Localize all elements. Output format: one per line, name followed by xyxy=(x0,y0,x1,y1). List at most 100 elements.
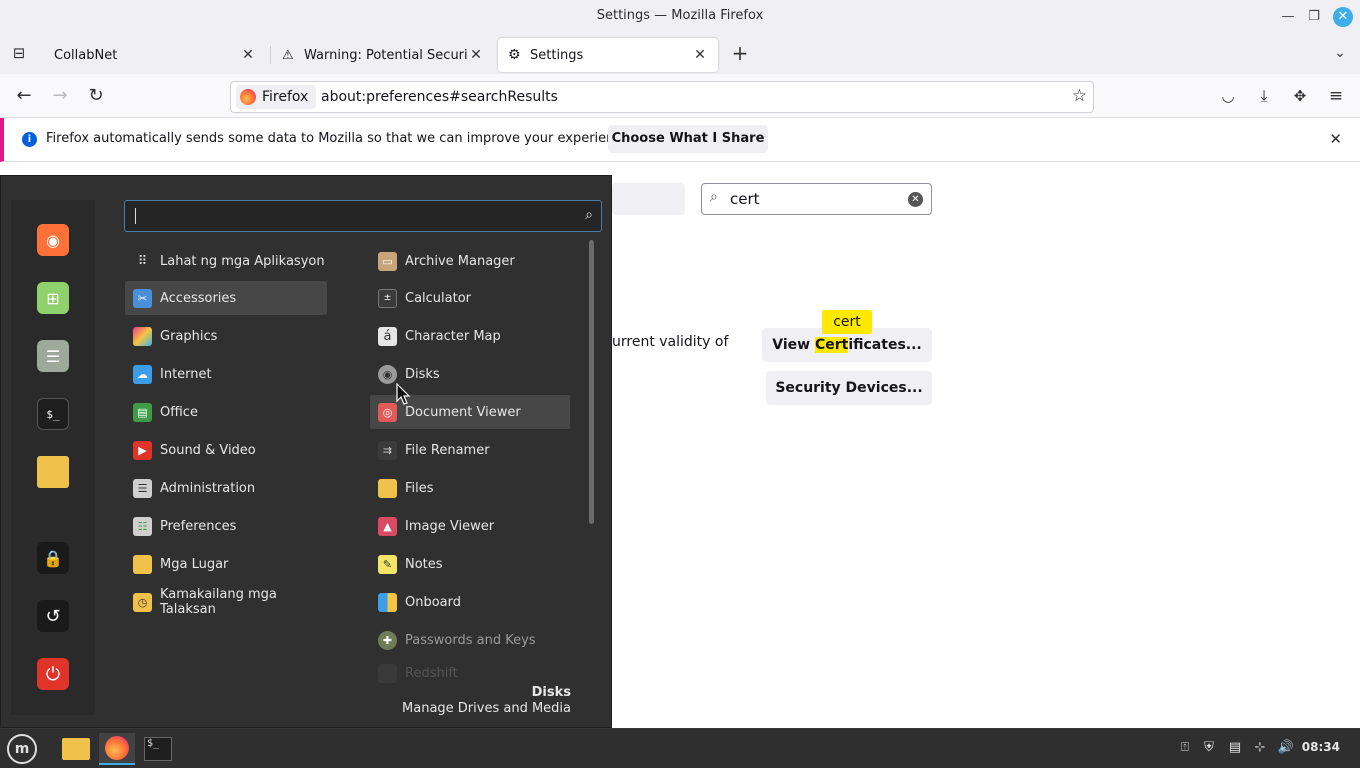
list-tabs-icon[interactable]: ⌄ xyxy=(1327,41,1353,65)
application-menu: ◉ ⊞ ☰ $_ 🔒 ↺ ⏻ ⌕ ⠿ Lahat ng mga Aplikasyo… xyxy=(0,175,612,728)
app-character-map[interactable]: á Character Map xyxy=(370,319,570,353)
app-description-text: Manage Drives and Media xyxy=(402,701,571,716)
category-office[interactable]: ▤ Office xyxy=(125,395,327,429)
notes-tray-icon[interactable]: ▤ xyxy=(1226,739,1244,757)
app-calculator[interactable]: ± Calculator xyxy=(370,281,570,315)
clear-search-icon[interactable]: ✕ xyxy=(908,192,923,207)
favorites-panel: ◉ ⊞ ☰ $_ 🔒 ↺ ⏻ xyxy=(11,200,95,715)
info-icon: i xyxy=(22,132,37,147)
view-cert-text-end: ificates... xyxy=(848,337,922,353)
internet-icon: ☁ xyxy=(133,364,152,384)
files-taskbar-icon[interactable] xyxy=(58,733,94,765)
url-bar[interactable]: Firefox about:preferences#searchResults … xyxy=(230,81,1094,113)
minimize-icon[interactable]: — xyxy=(1278,7,1298,27)
keyboard-layout-icon[interactable]: ⍐ xyxy=(1176,739,1194,757)
category-recent-files[interactable]: ◷ Kamakailang mga Talaksan xyxy=(125,585,327,619)
url-text[interactable]: about:preferences#searchResults xyxy=(321,89,558,105)
search-icon: ⌕ xyxy=(585,207,593,223)
category-label: Sound & Video xyxy=(160,442,256,458)
onboard-icon xyxy=(378,592,397,612)
passwords-keys-icon: ✚ xyxy=(378,630,397,650)
reload-icon[interactable]: ↻ xyxy=(83,84,109,108)
back-icon[interactable]: ← xyxy=(11,84,37,108)
app-description-title: Disks xyxy=(531,685,571,700)
category-accessories[interactable]: ✂ Accessories xyxy=(125,281,327,315)
category-places[interactable]: Mga Lugar xyxy=(125,547,327,581)
menu-icon[interactable]: ≡ xyxy=(1323,84,1349,108)
bookmark-star-icon[interactable]: ☆ xyxy=(1072,86,1087,106)
text-caret xyxy=(135,208,136,224)
category-internet[interactable]: ☁ Internet xyxy=(125,357,327,391)
volume-icon[interactable]: 🔊 xyxy=(1277,739,1295,757)
tab-close-icon[interactable]: ✕ xyxy=(240,47,256,63)
app-image-viewer[interactable]: ▲ Image Viewer xyxy=(370,509,570,543)
app-notes[interactable]: ✎ Notes xyxy=(370,547,570,581)
preferences-icon: ☷ xyxy=(133,516,152,536)
network-icon[interactable]: ⊹ xyxy=(1251,739,1269,757)
category-label: Office xyxy=(160,404,198,420)
forward-icon[interactable]: → xyxy=(47,84,73,108)
clock[interactable]: 08:34 xyxy=(1302,740,1340,754)
category-graphics[interactable]: Graphics xyxy=(125,319,327,353)
category-label: Graphics xyxy=(160,328,218,344)
security-devices-button[interactable]: Security Devices... xyxy=(766,371,932,405)
extensions-icon[interactable]: ✥ xyxy=(1287,84,1313,108)
preferences-search-input[interactable]: ⌕ cert ✕ xyxy=(701,183,932,215)
tab-settings[interactable]: ⚙ Settings ✕ xyxy=(498,38,718,72)
mint-menu-icon[interactable]: m xyxy=(2,733,42,765)
tab-overview-icon[interactable]: ⊟ xyxy=(6,41,32,65)
sound-video-icon: ▶ xyxy=(133,440,152,460)
gear-icon: ⚙ xyxy=(508,47,521,63)
category-all-applications[interactable]: ⠿ Lahat ng mga Aplikasyon xyxy=(125,244,327,278)
power-icon[interactable]: ⏻ xyxy=(37,658,69,690)
files-icon xyxy=(378,478,397,498)
tab-collabnet[interactable]: CollabNet ✕ xyxy=(44,38,266,72)
terminal-launcher-icon[interactable]: $_ xyxy=(37,398,69,430)
files-launcher-icon[interactable] xyxy=(37,456,69,488)
category-label: Preferences xyxy=(160,518,237,534)
app-onboard[interactable]: Onboard xyxy=(370,585,570,619)
software-manager-icon[interactable]: ⊞ xyxy=(37,282,69,314)
category-administration[interactable]: ☰ Administration xyxy=(125,471,327,505)
tab-label: Warning: Potential Security Risk Ahead xyxy=(304,47,468,63)
close-window-icon[interactable]: ✕ xyxy=(1333,7,1353,27)
update-shield-icon[interactable]: ⛨ xyxy=(1200,739,1218,757)
tab-close-icon[interactable]: ✕ xyxy=(692,47,708,63)
telemetry-notification: i Firefox automatically sends some data … xyxy=(0,118,1360,162)
window-title: Settings — Mozilla Firefox xyxy=(596,8,764,23)
app-redshift[interactable]: Redshift xyxy=(370,661,570,685)
maximize-icon[interactable]: ❐ xyxy=(1304,7,1324,27)
logout-icon[interactable]: ↺ xyxy=(37,600,69,632)
category-sound-video[interactable]: ▶ Sound & Video xyxy=(125,433,327,467)
menu-search-input[interactable]: ⌕ xyxy=(124,200,602,232)
close-notification-icon[interactable]: ✕ xyxy=(1329,130,1342,148)
document-viewer-icon: ◎ xyxy=(378,402,397,422)
app-archive-manager[interactable]: ▭ Archive Manager xyxy=(370,244,570,278)
category-preferences[interactable]: ☷ Preferences xyxy=(125,509,327,543)
identity-label: Firefox xyxy=(262,89,309,105)
firefox-launcher-icon[interactable]: ◉ xyxy=(37,224,69,256)
search-tooltip: cert xyxy=(822,310,872,334)
app-files[interactable]: Files xyxy=(370,471,570,505)
app-passwords-and-keys[interactable]: ✚ Passwords and Keys xyxy=(370,623,570,657)
downloads-icon[interactable]: ⤓ xyxy=(1251,84,1277,108)
app-label: Archive Manager xyxy=(405,253,515,269)
firefox-taskbar-icon[interactable] xyxy=(99,733,135,765)
category-label: Administration xyxy=(160,480,256,496)
new-tab-icon[interactable]: + xyxy=(727,41,753,65)
choose-what-i-share-button[interactable]: Choose What I Share xyxy=(608,125,768,153)
pocket-icon[interactable]: ◡ xyxy=(1215,84,1241,108)
apps-scrollbar[interactable] xyxy=(589,240,594,524)
disks-icon: ◉ xyxy=(378,364,397,384)
warning-icon: ⚠ xyxy=(282,47,294,63)
tab-warning[interactable]: ⚠ Warning: Potential Security Risk Ahead… xyxy=(272,38,494,72)
identity-box[interactable]: Firefox xyxy=(236,85,317,109)
tab-close-icon[interactable]: ✕ xyxy=(468,47,484,63)
tab-strip: ⊟ CollabNet ✕ ⚠ Warning: Potential Secur… xyxy=(0,34,1360,74)
system-settings-icon[interactable]: ☰ xyxy=(37,340,69,372)
lock-screen-icon[interactable]: 🔒 xyxy=(37,542,69,574)
app-file-renamer[interactable]: ⇉ File Renamer xyxy=(370,433,570,467)
terminal-taskbar-icon[interactable]: $_ xyxy=(140,733,176,765)
app-label: Image Viewer xyxy=(405,518,495,534)
category-label: Internet xyxy=(160,366,212,382)
